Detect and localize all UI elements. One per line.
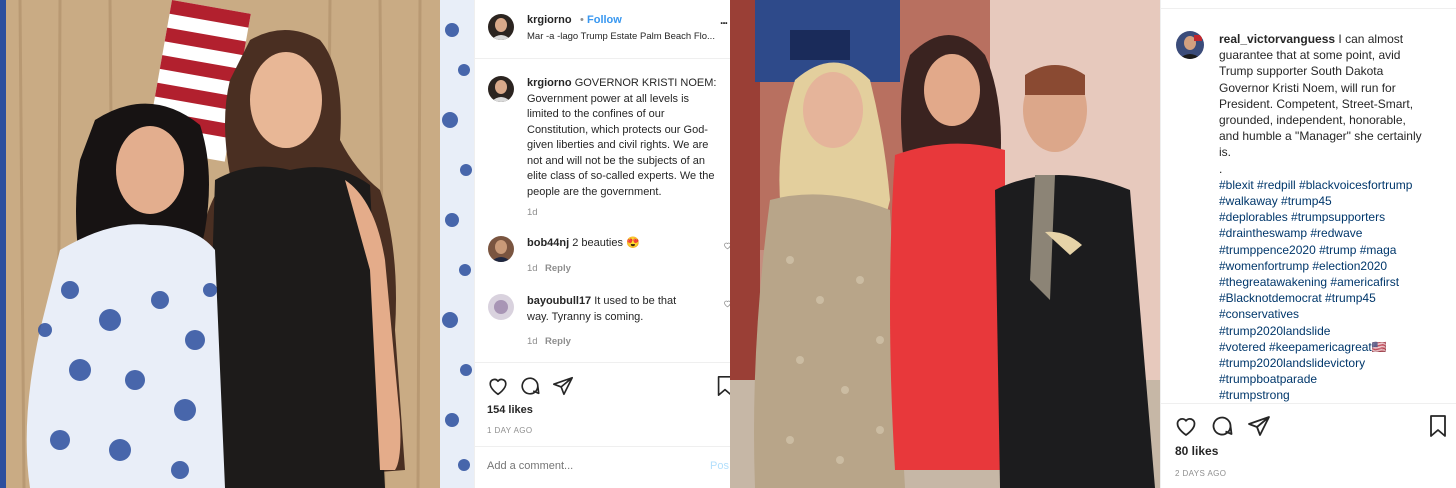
add-comment-input[interactable] — [487, 457, 697, 475]
header-separator: • — [580, 14, 584, 26]
caption-line: given liberties and civil rights. We are — [527, 139, 709, 151]
follow-button[interactable]: Follow — [587, 13, 622, 29]
avatar[interactable] — [488, 14, 514, 40]
bookmark-icon[interactable] — [1427, 414, 1449, 438]
avatar[interactable] — [488, 76, 514, 102]
caption-username[interactable]: krgiorno — [527, 77, 572, 89]
likes-count[interactable]: 154 likes — [487, 403, 533, 419]
avatar[interactable] — [488, 294, 514, 320]
hashtag-line[interactable]: #trumpboatparade — [1219, 371, 1455, 387]
hashtag-line[interactable]: #trump2020landslidevictory — [1219, 355, 1455, 371]
comment-icon[interactable] — [1210, 414, 1234, 438]
caption-line: Government power at all levels is — [527, 92, 690, 105]
caption-line-1: real_victorvanguess I can almost — [1219, 31, 1455, 47]
hashtag-line[interactable]: #thegreatawakening #americafirst — [1219, 274, 1455, 290]
heart-icon[interactable] — [487, 375, 509, 397]
caption-line: . — [1219, 161, 1223, 176]
caption-line: Trump supporter South Dakota — [1219, 64, 1384, 79]
caption-time: 1d — [527, 207, 538, 218]
hashtag-line[interactable]: #votered #keepamericagreat🇺🇸 — [1219, 339, 1455, 355]
comment-line: bayoubull17 It used to be that — [527, 294, 727, 310]
caption-text: GOVERNOR KRISTI NOEM: — [574, 77, 717, 89]
left-post-sidebar: krgiorno • Follow Mar -a -lago Trump Est… — [474, 0, 730, 488]
comment-box-divider — [475, 446, 730, 447]
comment-time: 1d — [527, 336, 538, 347]
hashtag-line[interactable]: #deplorables #trumpsupporters — [1219, 209, 1455, 225]
paper-plane-icon[interactable] — [552, 375, 574, 397]
comment-line: way. Tyranny is coming. — [527, 310, 644, 323]
actions-divider — [1161, 403, 1456, 404]
comment-username[interactable]: bob44nj — [527, 237, 569, 249]
caption-line: President. Competent, Street-Smart, — [1219, 96, 1414, 111]
small-heart-icon[interactable] — [723, 241, 730, 250]
caption-line: people are the government. — [527, 185, 662, 198]
likes-count[interactable]: 80 likes — [1175, 444, 1218, 460]
hashtag-line[interactable]: #Blacknotdemocrat #trump45 — [1219, 290, 1455, 306]
post-author-username[interactable]: krgiorno — [527, 13, 572, 29]
caption-line: Constitution, which protects our God- — [527, 123, 708, 136]
caption-text: I can almost — [1338, 32, 1404, 46]
hashtag-line[interactable]: #conservatives — [1219, 306, 1455, 322]
caption-line: Governor Kristi Noem, will run for — [1219, 80, 1396, 95]
hashtag-line[interactable]: #walkaway #trump45 — [1219, 193, 1455, 209]
caption-line-1: krgiorno GOVERNOR KRISTI NOEM: — [527, 76, 730, 92]
right-post-photo[interactable] — [730, 0, 1160, 488]
bookmark-icon[interactable] — [715, 375, 730, 397]
comment-icon[interactable] — [519, 375, 541, 397]
hashtag-line[interactable]: #trumpstrong — [1219, 387, 1455, 403]
comment-line: bob44nj 2 beauties 😍 — [527, 236, 640, 252]
post-comment-button[interactable]: Pos — [710, 459, 729, 475]
comment: bayoubull17 It used to be that way. Tyra… — [527, 294, 727, 325]
reply-button[interactable]: Reply — [545, 261, 571, 277]
avatar[interactable] — [1176, 31, 1204, 59]
caption-line: grounded, independent, honorable, — [1219, 113, 1406, 128]
hashtag-line[interactable]: #blexit #redpill #blackvoicesfortrump — [1219, 177, 1455, 193]
caption-line: elite class of so-called experts. We the — [527, 170, 715, 182]
comment-time: 1d — [527, 263, 538, 274]
comment-username[interactable]: bayoubull17 — [527, 295, 591, 307]
reply-button[interactable]: Reply — [545, 334, 571, 350]
caption-line: not and will not be the subjects of an — [527, 154, 705, 167]
comment-text: 2 beauties 😍 — [572, 237, 640, 249]
more-options-button[interactable]: ... — [720, 13, 728, 29]
hashtag-line[interactable]: #draintheswamp #redwave — [1219, 225, 1455, 241]
post-location[interactable]: Mar -a -lago Trump Estate Palm Beach Flo… — [527, 29, 715, 45]
heart-icon[interactable] — [1174, 414, 1198, 438]
hashtag-line[interactable]: #trump2020landslide — [1219, 323, 1455, 339]
paper-plane-icon[interactable] — [1247, 414, 1271, 438]
top-divider — [1161, 8, 1456, 9]
caption-line: and humble a "Manager" she certainly — [1219, 129, 1422, 144]
left-post-photo[interactable] — [0, 0, 474, 488]
caption: krgiorno GOVERNOR KRISTI NOEM: Governmen… — [527, 76, 730, 200]
right-post-sidebar: real_victorvanguess I can almost guarant… — [1160, 0, 1456, 488]
caption-username[interactable]: real_victorvanguess — [1219, 32, 1335, 46]
actions-divider — [475, 362, 730, 363]
comment-text: It used to be that — [594, 295, 677, 307]
caption-line: limited to the confines of our — [527, 108, 665, 120]
post-date: 1 DAY AGO — [487, 426, 533, 435]
header-divider — [475, 58, 730, 59]
hashtag-line[interactable]: #womenfortrump #election2020 — [1219, 258, 1455, 274]
post-date: 2 DAYS AGO — [1175, 469, 1227, 478]
avatar[interactable] — [488, 236, 514, 262]
small-heart-icon[interactable] — [723, 299, 730, 308]
caption-line: is. — [1219, 145, 1231, 160]
caption-line: guarantee that at some point, avid — [1219, 48, 1401, 63]
caption: real_victorvanguess I can almost guarant… — [1219, 31, 1455, 404]
hashtag-line[interactable]: #trumppence2020 #trump #maga — [1219, 242, 1455, 258]
